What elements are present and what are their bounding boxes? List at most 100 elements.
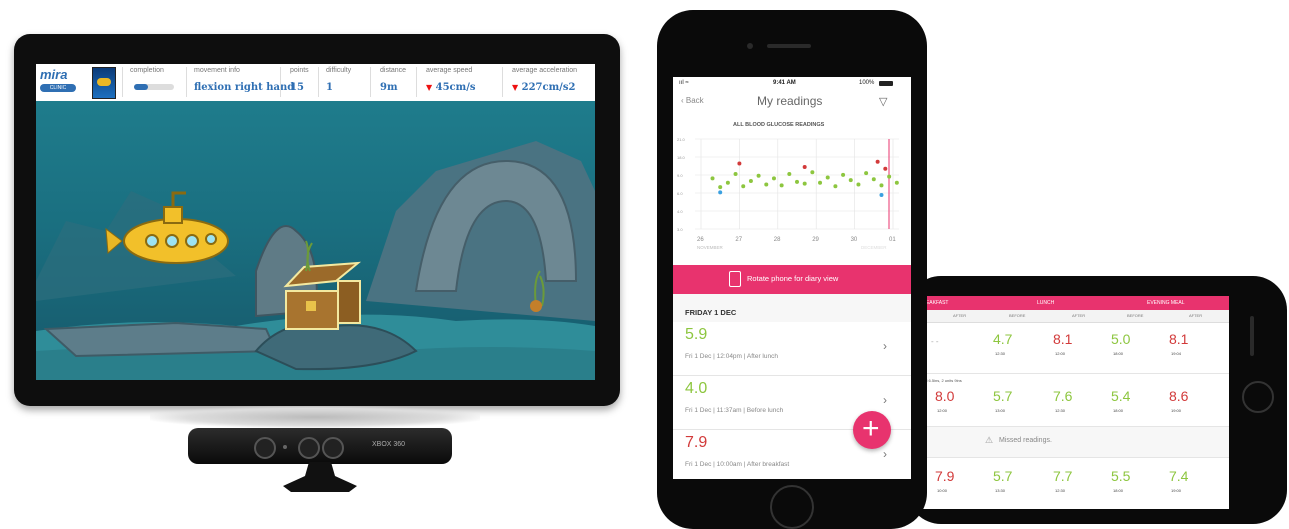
chart-point <box>833 184 838 189</box>
kinect-brand: XBOX 360 <box>372 441 406 448</box>
chart-point <box>802 181 807 186</box>
glucose-chart: 21.0 18.0 9.0 6.0 4.0 3.0 26 27 28 29 30 01 NOVEMBER… <box>677 137 899 250</box>
diary-cell: 8.1 <box>1169 331 1189 347</box>
chart-point <box>771 176 776 181</box>
chart-point <box>802 165 807 169</box>
rotate-phone-icon <box>729 271 741 287</box>
x-tick-label: 27 <box>735 237 742 243</box>
diary-subheader: AFTER BEFORE AFTER BEFORE AFTER <box>917 310 1229 323</box>
nav-bar: ‹ Back My readings ▽ <box>673 91 911 113</box>
diary-cell-time: 19:04 <box>1171 351 1182 356</box>
distance-value: 9m <box>380 82 398 93</box>
rotate-label: Rotate phone for diary view <box>747 274 839 283</box>
reading-row[interactable]: 5.9 Fri 1 Dec | 12:04pm | After lunch › <box>673 322 911 376</box>
page-title: My readings <box>757 94 823 108</box>
x-tick-label: 30 <box>851 237 858 243</box>
battery-icon <box>879 81 893 86</box>
diary-row-3[interactable]: 7.9 10:00 5.7 13:30 7.7 12:30 5.5 18:00 … <box>917 460 1229 504</box>
mira-logo: mira CLINIC <box>40 67 80 96</box>
back-button[interactable]: ‹ Back <box>681 96 704 105</box>
chart-point <box>737 161 742 166</box>
chart-point <box>718 185 723 190</box>
diary-cell: 7.6 <box>1053 388 1073 404</box>
completion-bar <box>134 84 174 90</box>
warning-icon: ⚠ <box>985 435 994 445</box>
chart-point <box>825 175 830 180</box>
acceleration-value: ▼ 227cm/s2 <box>512 82 575 93</box>
reading-detail: Fri 1 Dec | 10:00am | After breakfast <box>685 461 790 468</box>
home-button[interactable] <box>770 485 814 529</box>
chart-title: ALL BLOOD GLUCOSE READINGS <box>733 122 825 128</box>
kinect-lens-left <box>254 437 276 459</box>
diary-cell-time: 12:30 <box>995 351 1006 356</box>
kinect-sensor: XBOX 360 <box>188 428 452 464</box>
y-tick-label: 21.0 <box>677 137 686 142</box>
difficulty-value: 1 <box>326 82 333 93</box>
diary-row-1[interactable]: - - 4.7 12:30 8.1 12:00 5.0 18:00 8.1 19… <box>917 323 1229 374</box>
chart-point <box>748 179 753 183</box>
diary-cell: 7.4 <box>1169 468 1189 484</box>
diary-screen: BREAKFAST LUNCH EVENING MEAL AFTER BEFOR… <box>917 296 1229 509</box>
missed-readings-row: ⚠ Missed readings. <box>917 427 1229 458</box>
chart-point <box>810 170 815 175</box>
status-time: 9:41 AM <box>773 80 796 86</box>
chart-point <box>725 180 730 185</box>
game-screen: mira CLINIC completion movement info fle… <box>36 64 595 380</box>
chart-point <box>710 176 715 181</box>
diary-cell-time: 18:00 <box>1113 351 1124 356</box>
y-tick-label: 4.0 <box>677 209 683 214</box>
kinect-base <box>283 462 357 492</box>
diary-cell: 5.4 <box>1111 388 1131 404</box>
diary-cell-time: 12:00 <box>1055 351 1066 356</box>
diary-cell: 5.7 <box>993 468 1013 484</box>
chart-point <box>879 183 884 188</box>
scene-art <box>36 141 595 380</box>
diary-header-evening: EVENING MEAL <box>1147 300 1185 306</box>
diary-cell-time: 12:30 <box>1055 408 1066 413</box>
hud-header-completion: completion <box>130 67 164 74</box>
x-month-label: NOVEMBER <box>697 245 724 250</box>
battery-text: 100% <box>859 80 875 86</box>
chart-point <box>875 159 880 164</box>
diary-cell-time: 12:30 <box>1055 488 1066 493</box>
diary-header: BREAKFAST LUNCH EVENING MEAL <box>917 296 1229 310</box>
chart-point <box>894 180 899 185</box>
tv-stand-shadow <box>150 406 480 428</box>
home-button[interactable] <box>1242 381 1274 413</box>
readings-screen: ııl ≈ 9:41 AM 100% ‹ Back My readings ▽ … <box>673 77 911 479</box>
subheader: BEFORE <box>1127 313 1144 318</box>
chevron-right-icon: › <box>883 339 887 353</box>
hud-header-distance: distance <box>380 67 407 74</box>
diary-cell: 7.7 <box>1053 468 1073 484</box>
reading-value: 5.9 <box>685 326 708 343</box>
y-tick-label: 3.0 <box>677 227 683 232</box>
chart-point <box>818 180 823 185</box>
diary-cell-time: 12:00 <box>937 408 948 413</box>
logo-sub: CLINIC <box>40 84 76 92</box>
x-tick-label: 28 <box>774 237 781 243</box>
x-tick-label: 01 <box>889 237 896 243</box>
down-triangle-icon: ▼ <box>426 82 433 92</box>
back-label: Back <box>685 96 704 105</box>
filter-icon[interactable]: ▽ <box>879 95 887 108</box>
chart-point <box>887 174 892 179</box>
diary-cell: 5.0 <box>1111 331 1131 347</box>
subheader: BEFORE <box>1009 313 1026 318</box>
diary-cell: - - <box>931 337 939 346</box>
diary-cell: 5.5 <box>1111 468 1131 484</box>
diary-row-2[interactable]: 8.0 12:00 5.7 13:00 7.6 12:30 5.4 18:00 … <box>917 384 1229 427</box>
diary-cell-time: 19:00 <box>1171 408 1182 413</box>
chart-point <box>718 190 723 195</box>
hud-header-difficulty: difficulty <box>326 67 352 74</box>
logo-text: mira <box>40 67 68 82</box>
kinect-led <box>283 445 287 449</box>
add-reading-button[interactable]: + <box>853 411 891 449</box>
rotate-banner[interactable]: Rotate phone for diary view <box>673 265 911 294</box>
chart-point <box>795 179 799 184</box>
x-tick-label: 29 <box>812 237 819 243</box>
chart-point <box>848 178 853 183</box>
subheader: AFTER <box>1072 313 1086 318</box>
diary-cell-time: 13:30 <box>995 488 1006 493</box>
treasure-chest <box>283 261 362 330</box>
x-tick-label: 26 <box>697 237 704 243</box>
